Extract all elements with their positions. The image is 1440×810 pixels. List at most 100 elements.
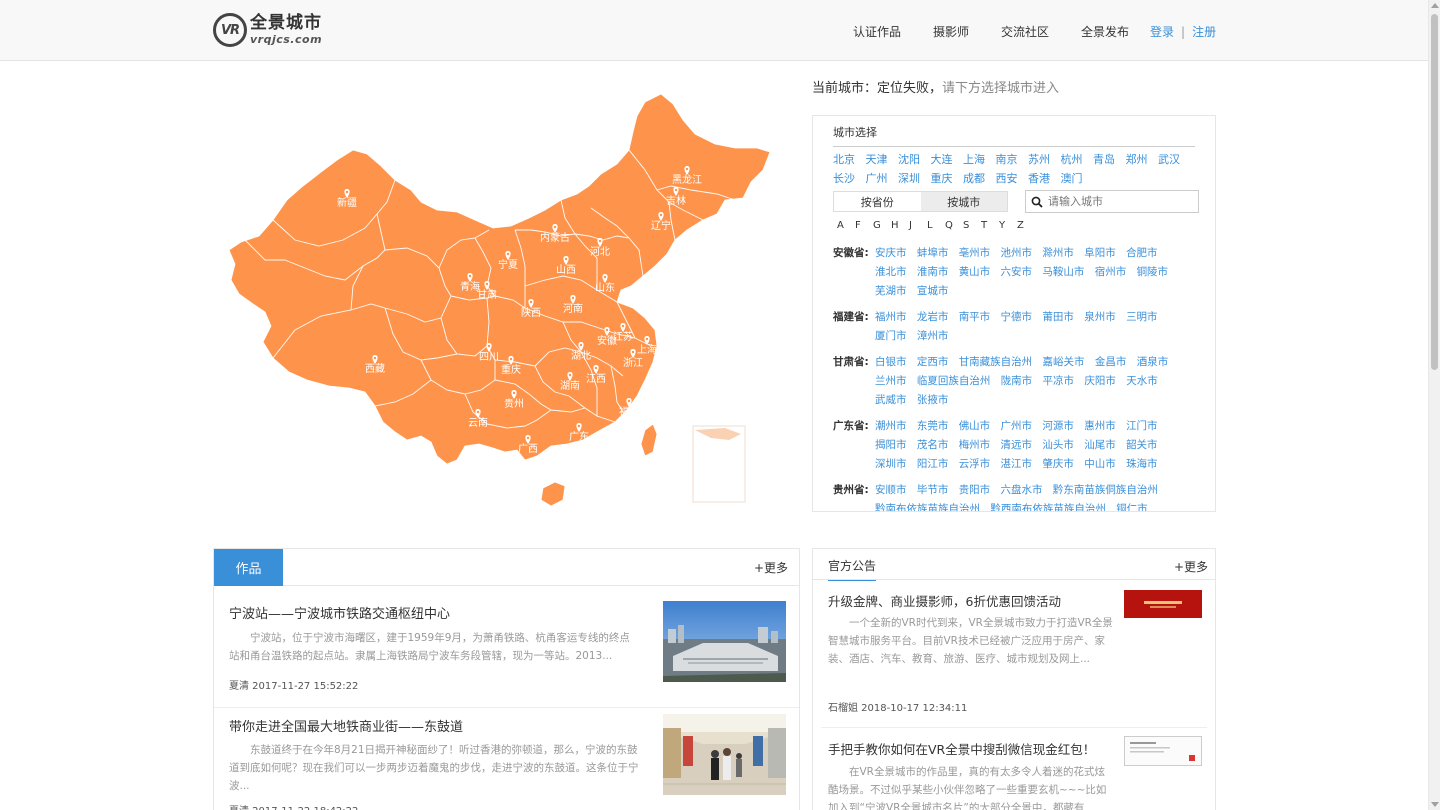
province-label[interactable]: 贵州 [504,397,524,410]
city-link[interactable]: 梅州市 [959,439,991,451]
city-link[interactable]: 芜湖市 [875,285,907,297]
work-thumbnail[interactable] [663,601,786,682]
city-link[interactable]: 六盘水市 [1001,484,1043,496]
city-search-input[interactable] [1048,195,1193,208]
letter-index-item[interactable]: S [963,220,981,231]
hot-city-link[interactable]: 青岛 [1093,153,1115,166]
city-link[interactable]: 武威市 [875,394,907,406]
hot-city-link[interactable]: 南京 [996,153,1018,166]
city-link[interactable]: 黄山市 [959,266,991,278]
city-link[interactable]: 茂名市 [917,439,949,451]
city-link[interactable]: 酒泉市 [1137,356,1169,368]
province-label[interactable]: 广东 [569,430,589,443]
province-label[interactable]: 四川 [479,352,499,363]
notice-title[interactable]: 手把手教你如何在VR全景中搜刮微信现金红包！ [828,739,1095,758]
province-label[interactable]: 云南 [468,416,488,429]
letter-index-item[interactable]: Q [945,220,963,231]
city-link[interactable]: 三明市 [1126,311,1158,323]
city-link[interactable]: 东莞市 [917,420,949,432]
city-link[interactable]: 漳州市 [917,330,949,342]
china-map-svg[interactable]: 新疆西藏青海甘肃宁夏内蒙古黑龙江吉林辽宁河北山西山东陕西 河南四川重庆湖北安徽江苏… [225,90,775,510]
province-label[interactable]: 山西 [556,264,576,276]
city-link[interactable]: 珠海市 [1126,458,1158,470]
letter-index-item[interactable]: L [927,220,945,231]
letter-index-item[interactable]: Z [1017,220,1035,231]
work-item[interactable]: 带你走进全国最大地铁商业街——东鼓道 东鼓道终于在今年8月21日揭开神秘面纱了！… [214,704,799,810]
city-link[interactable]: 云浮市 [959,458,991,470]
city-link[interactable]: 阳江市 [917,458,949,470]
city-link[interactable]: 黔西南布依族苗族自治州 [990,503,1106,511]
city-link[interactable]: 江门市 [1126,420,1158,432]
hot-city-link[interactable]: 杭州 [1061,153,1083,166]
province-label[interactable]: 上海 [637,343,657,356]
hot-city-link[interactable]: 广州 [866,172,888,185]
work-thumbnail[interactable] [663,714,786,795]
city-link[interactable]: 厦门市 [875,330,907,342]
scroll-down-icon[interactable] [1431,802,1439,807]
city-link[interactable]: 佛山市 [959,420,991,432]
hot-city-link[interactable]: 深圳 [898,172,920,185]
city-link[interactable]: 安庆市 [875,247,907,259]
city-link[interactable]: 潮州市 [875,420,907,432]
city-link[interactable]: 湛江市 [1001,458,1033,470]
city-link[interactable]: 黔南布依族苗族自治州 [875,503,980,511]
letter-index-item[interactable]: F [855,220,873,231]
city-link[interactable]: 滁州市 [1042,247,1074,259]
city-link[interactable]: 六安市 [1001,266,1033,278]
hot-city-link[interactable]: 北京 [833,153,855,166]
province-label[interactable]: 吉林 [666,194,686,207]
province-label[interactable]: 重庆 [501,363,521,376]
china-landmass[interactable] [228,93,771,465]
hot-city-link[interactable]: 西安 [996,172,1018,185]
letter-index-item[interactable]: H [891,220,909,231]
site-logo[interactable]: VR 全景城市 vrqjcs.com [213,12,322,48]
letter-index-item[interactable]: J [909,220,927,231]
city-link[interactable]: 嘉峪关市 [1043,356,1085,368]
hot-city-link[interactable]: 沈阳 [898,153,920,166]
province-label[interactable]: 河南 [563,302,583,315]
city-link[interactable]: 平凉市 [1043,375,1075,387]
city-link[interactable]: 天水市 [1126,375,1158,387]
province-label[interactable]: 西藏 [365,363,385,375]
tab-by-city[interactable]: 按城市 [920,192,1007,211]
city-link[interactable]: 南平市 [959,311,991,323]
city-link[interactable]: 张掖市 [917,394,949,406]
work-item[interactable]: 宁波站——宁波城市铁路交通枢纽中心 宁波站，位于宁波市海曙区，建于1959年9月… [214,591,799,703]
taiwan-island[interactable] [640,423,658,457]
city-link[interactable]: 贵阳市 [959,484,991,496]
hot-city-link[interactable]: 武汉 [1158,153,1180,166]
province-label[interactable]: 山东 [595,281,615,294]
city-link[interactable]: 肇庆市 [1042,458,1074,470]
city-link[interactable]: 淮南市 [917,266,949,278]
nav-community[interactable]: 交流社区 [1001,23,1049,40]
city-link[interactable]: 龙岩市 [917,311,949,323]
city-link[interactable]: 陇南市 [1001,375,1033,387]
notices-more-link[interactable]: +更多 [1174,558,1208,575]
city-link[interactable]: 池州市 [1001,247,1033,259]
city-link[interactable]: 惠州市 [1084,420,1116,432]
hot-city-link[interactable]: 重庆 [931,172,953,185]
china-map[interactable]: 新疆 西藏 青海 甘肃 宁夏 内蒙古 黑龙江 吉林 辽宁 河北 山西 山东 陕西 河南 四川 重庆 湖北 安徽 江苏… [225,90,775,510]
work-title[interactable]: 宁波站——宁波城市铁路交通枢纽中心 [229,603,450,622]
notice-title[interactable]: 升级金牌、商业摄影师，6折优惠回馈活动 [828,591,1061,610]
city-link[interactable]: 清远市 [1001,439,1033,451]
nav-photographers[interactable]: 摄影师 [933,23,969,40]
hot-city-link[interactable]: 长沙 [833,172,855,185]
hot-city-link[interactable]: 澳门 [1061,172,1083,185]
province-label[interactable]: 黑龙江 [672,173,702,186]
city-link[interactable]: 揭阳市 [875,439,907,451]
city-link[interactable]: 福州市 [875,311,907,323]
city-link[interactable]: 莆田市 [1042,311,1074,323]
city-link[interactable]: 黔东南苗族侗族自治州 [1053,484,1158,496]
letter-index-item[interactable]: A [837,220,855,231]
login-link[interactable]: 登录 [1150,25,1174,39]
city-link[interactable]: 合肥市 [1126,247,1158,259]
letter-index-item[interactable]: Y [999,220,1017,231]
province-label[interactable]: 江西 [586,373,606,385]
province-label[interactable]: 浙江 [623,357,643,369]
province-label[interactable]: 内蒙古 [540,231,570,244]
city-link[interactable]: 金昌市 [1095,356,1127,368]
province-label[interactable]: 河北 [590,246,610,258]
city-link[interactable]: 兰州市 [875,375,907,387]
province-label[interactable]: 江苏 [613,330,633,343]
